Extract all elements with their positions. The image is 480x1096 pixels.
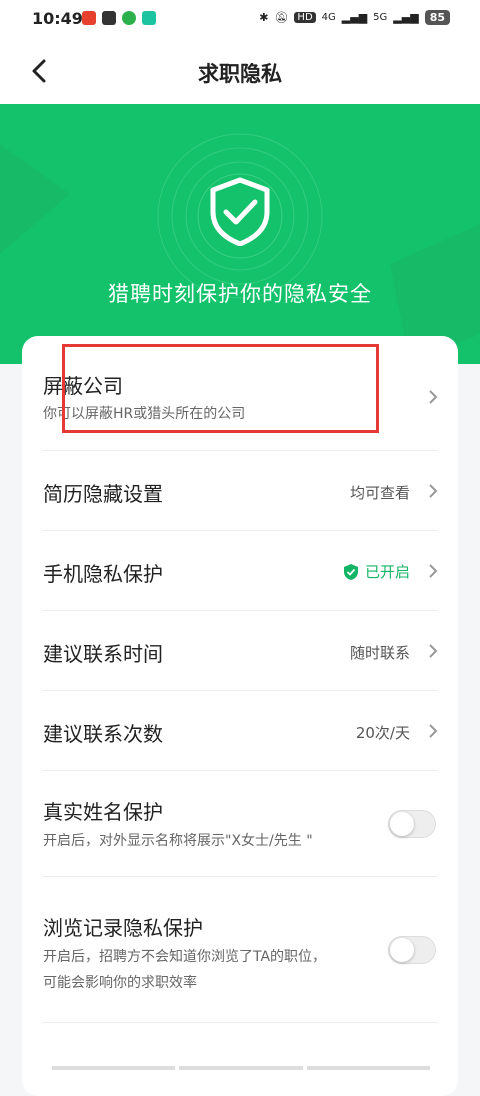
toggle-knob — [390, 938, 414, 962]
status-time: 10:49 — [32, 9, 83, 28]
status-app-icons — [82, 11, 156, 25]
real-name-toggle[interactable] — [388, 810, 436, 838]
chevron-right-icon — [429, 564, 438, 578]
play-icon — [122, 11, 136, 25]
battery-indicator: 85 — [424, 10, 450, 25]
contact-time-row[interactable]: 建议联系时间 随时联系 — [22, 610, 458, 690]
chevron-right-icon — [429, 724, 438, 738]
resume-hide-label: 简历隐藏设置 — [43, 482, 163, 506]
browse-history-desc-2: 可能会影响你的求职效率 — [43, 975, 197, 991]
notification-app-icon — [82, 11, 96, 25]
bottom-edge-bars — [52, 1066, 430, 1070]
hero-title: 猎聘时刻保护你的隐私安全 — [108, 282, 372, 306]
resume-hide-value: 均可查看 — [349, 484, 410, 502]
hd-badge: HD — [294, 12, 316, 23]
toggle-knob — [390, 812, 414, 836]
annotation-highlight-box — [62, 344, 379, 433]
browse-history-label: 浏览记录隐私保护 — [43, 916, 203, 940]
real-name-row: 真实姓名保护 开启后，对外显示名称将展示"X女士/先生 " — [22, 770, 458, 876]
phone-privacy-value: 已开启 — [364, 563, 410, 581]
bluetooth-icon: ✱ — [259, 11, 269, 24]
contact-count-label: 建议联系次数 — [43, 722, 163, 746]
shield-check-small-icon — [343, 563, 358, 580]
resume-hide-row[interactable]: 简历隐藏设置 均可查看 — [22, 450, 458, 530]
chevron-right-icon — [429, 484, 438, 498]
divider — [43, 1022, 437, 1023]
phone-privacy-status: 已开启 — [343, 561, 410, 582]
mute-icon: 🔕︎ — [274, 11, 289, 24]
signal-bars-icon-2: ▂▄▆ — [393, 11, 419, 24]
settings-card: 屏蔽公司 你可以屏蔽HR或猎头所在的公司 简历隐藏设置 均可查看 手机隐私保护 … — [22, 336, 458, 1096]
nav-bar: 求职隐私 — [0, 38, 480, 104]
phone-privacy-row[interactable]: 手机隐私保护 已开启 — [22, 530, 458, 610]
browse-history-desc-1: 开启后，招聘方不会知道你浏览了TA的职位， — [43, 949, 327, 965]
signal-bars-icon: ▂▄▆ — [341, 11, 368, 24]
real-name-label: 真实姓名保护 — [43, 800, 163, 824]
hero-banner: 猎聘时刻保护你的隐私安全 — [0, 104, 480, 364]
message-icon — [102, 11, 116, 25]
browse-history-row: 浏览记录隐私保护 开启后，招聘方不会知道你浏览了TA的职位， 可能会影响你的求职… — [22, 876, 458, 1022]
shield-check-icon — [210, 177, 270, 246]
page-title: 求职隐私 — [198, 62, 282, 86]
chevron-right-icon — [429, 644, 438, 658]
real-name-desc: 开启后，对外显示名称将展示"X女士/先生 " — [43, 833, 313, 849]
contact-time-label: 建议联系时间 — [43, 642, 163, 666]
browse-history-toggle[interactable] — [388, 936, 436, 964]
app-icon — [142, 11, 156, 25]
phone-privacy-label: 手机隐私保护 — [43, 562, 163, 586]
contact-count-row[interactable]: 建议联系次数 20次/天 — [22, 690, 458, 770]
chevron-right-icon — [429, 390, 438, 404]
status-indicators: ✱ 🔕︎ HD 4G ▂▄▆ 5G ▂▄▆ 85 — [259, 10, 450, 25]
signal-4g: 4G — [321, 12, 336, 23]
contact-time-value: 随时联系 — [349, 644, 410, 662]
status-bar: 10:49 ✱ 🔕︎ HD 4G ▂▄▆ 5G ▂▄▆ 85 — [0, 0, 480, 38]
signal-5g: 5G — [373, 12, 388, 23]
contact-count-value: 20次/天 — [355, 724, 410, 742]
